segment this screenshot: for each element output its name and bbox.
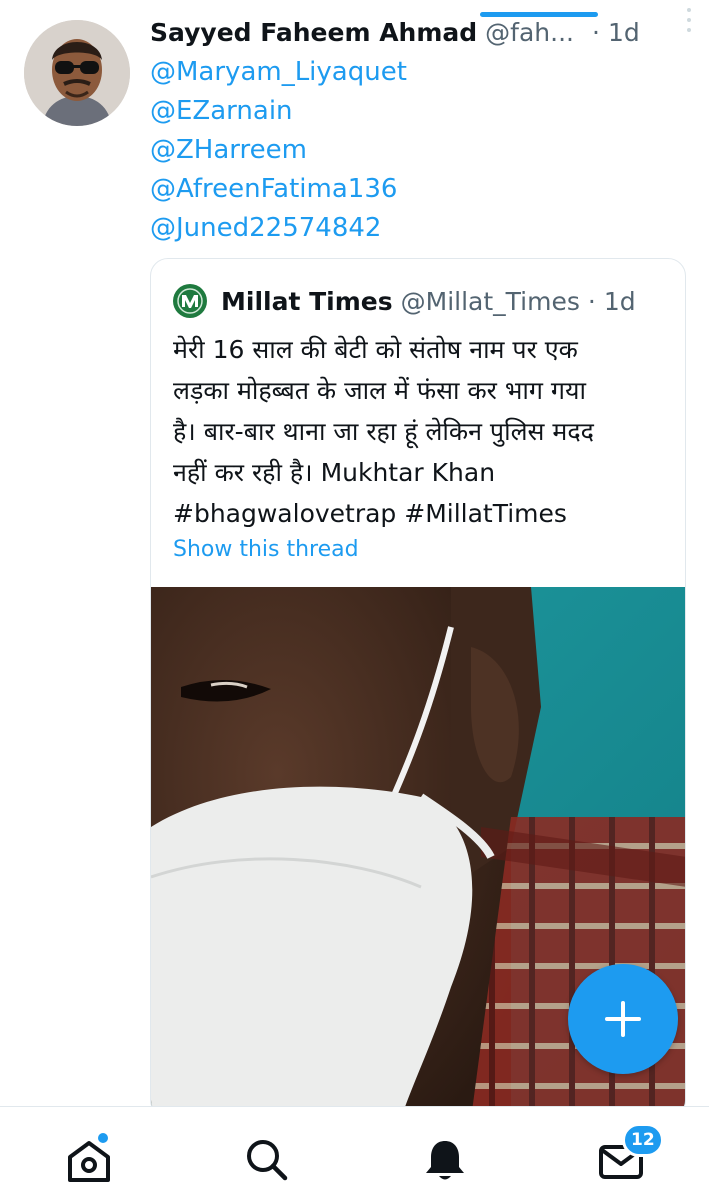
tweet-time[interactable]: 1d: [608, 18, 640, 47]
notifications-tab[interactable]: [420, 1135, 470, 1185]
mention-link[interactable]: @ZHarreem: [150, 131, 650, 170]
messages-tab[interactable]: 12: [596, 1123, 664, 1185]
home-icon: [68, 1141, 110, 1182]
quoted-author-handle[interactable]: @Millat_Times: [401, 287, 580, 316]
home-tab[interactable]: [64, 1133, 114, 1185]
millat-times-logo-icon[interactable]: [173, 284, 207, 318]
mention-link[interactable]: @Juned22574842: [150, 209, 650, 248]
quoted-author-name[interactable]: Millat Times: [221, 287, 393, 316]
mention-link[interactable]: @EZarnain: [150, 92, 650, 131]
tweet-detail-screen: Sayyed Faheem Ahmad @fah... · 1d @Maryam…: [0, 0, 709, 1200]
logo-mark: [174, 285, 206, 317]
mention-link[interactable]: @AfreenFatima136: [150, 170, 650, 209]
quoted-tweet-time[interactable]: 1d: [604, 287, 636, 316]
bottom-navigation-bar: 12: [0, 1106, 709, 1200]
search-tab[interactable]: [242, 1135, 292, 1185]
show-thread-link[interactable]: Show this thread: [173, 537, 359, 562]
new-content-dot: [98, 1133, 108, 1143]
author-handle[interactable]: @fah...: [485, 18, 574, 47]
author-avatar[interactable]: [24, 20, 130, 126]
tweet-header: Sayyed Faheem Ahmad @fah... · 1d: [150, 14, 690, 50]
notifications-icon: [426, 1141, 464, 1180]
messages-count-badge: 12: [622, 1123, 664, 1157]
separator-dot: ·: [587, 286, 596, 316]
plus-icon: [605, 1001, 641, 1037]
search-icon: [247, 1140, 288, 1181]
mentions-list: @Maryam_Liyaquet @EZarnain @ZHarreem @Af…: [150, 53, 650, 248]
separator-dot: ·: [591, 17, 600, 47]
quoted-tweet-header: Millat Times @Millat_Times · 1d: [173, 281, 673, 321]
more-options-icon[interactable]: [685, 8, 693, 32]
mention-link[interactable]: @Maryam_Liyaquet: [150, 53, 650, 92]
author-avatar-image: [24, 20, 130, 126]
compose-tweet-button[interactable]: [568, 964, 678, 1074]
author-name[interactable]: Sayyed Faheem Ahmad: [150, 18, 477, 47]
quoted-tweet-text: मेरी 16 साल की बेटी को संतोष नाम पर एक ल…: [173, 335, 594, 528]
